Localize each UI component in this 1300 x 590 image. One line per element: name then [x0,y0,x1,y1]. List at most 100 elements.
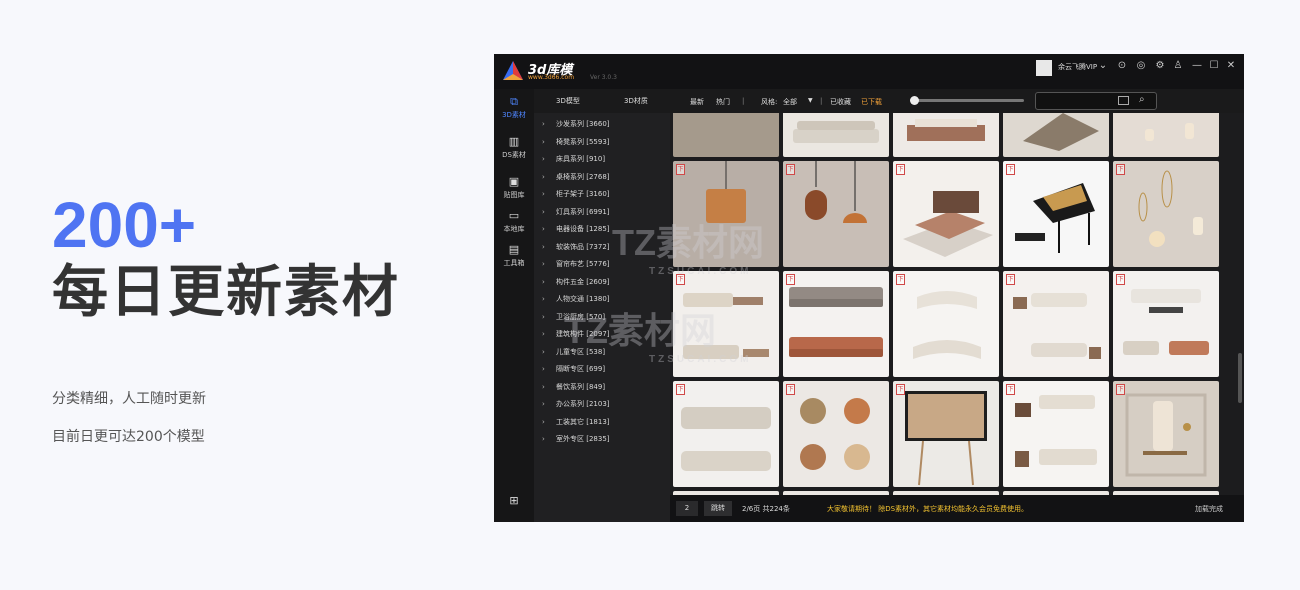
chevron-right-icon[interactable]: › [542,418,556,426]
category-item[interactable]: › 灯具系列 [6991] [542,207,610,217]
chevron-right-icon[interactable]: › [542,155,556,163]
chevron-right-icon[interactable]: › [542,400,556,408]
model-thumb-lounge-set[interactable]: 下 [1003,271,1109,377]
category-item[interactable]: › 卫浴厨房 [570] [542,312,605,322]
sidebar-item-ds[interactable]: ▥ DS素材 [494,135,534,160]
page-number-input[interactable]: 2 [676,501,698,516]
chevron-right-icon[interactable]: › [542,330,556,338]
category-item[interactable]: › 沙发系列 [3660] [542,119,610,129]
model-thumb-bed[interactable] [893,113,999,157]
filter-hot[interactable]: 热门 [716,97,730,107]
pendant-graphic [706,161,746,223]
category-label: 床具系列 [910] [556,155,606,163]
model-thumb-sofa-pair[interactable]: 下 [783,271,889,377]
search-input[interactable]: ⌕ [1035,92,1157,110]
chevron-right-icon[interactable]: › [542,260,556,268]
sidebar-item-tools[interactable]: ▤ 工具箱 [494,243,534,268]
chevron-right-icon[interactable]: › [542,435,556,443]
filter-favorites[interactable]: 已收藏 [830,97,851,107]
model-thumb-pendant-pair[interactable]: 下 [783,161,889,267]
model-thumb-chair[interactable] [673,113,779,157]
image-search-icon[interactable] [1118,96,1129,105]
chevron-right-icon[interactable]: › [542,208,556,216]
category-item[interactable]: › 电器设备 [1285] [542,224,610,234]
category-item[interactable]: › 桌椅系列 [2768] [542,172,610,182]
model-thumb-sofa-set[interactable]: 下 [1113,271,1219,377]
chevron-right-icon[interactable]: › [542,173,556,181]
filter-latest[interactable]: 最新 [690,97,704,107]
category-item[interactable]: › 建筑构件 [2097] [542,329,610,339]
chevron-right-icon[interactable]: › [542,313,556,321]
model-thumb-seating-set[interactable]: 下 [1003,381,1109,487]
chevron-right-icon[interactable]: › [542,120,556,128]
chevron-down-icon[interactable]: ⌄ [1097,60,1109,72]
scrollbar[interactable] [1236,113,1244,495]
thumb-size-slider[interactable] [914,99,1024,102]
avatar[interactable] [1036,60,1052,76]
model-thumb-pendant-lamp[interactable]: 下 [673,161,779,267]
download-badge: 下 [676,274,685,285]
model-thumb-piano[interactable]: 下 [1003,161,1109,267]
headset-icon[interactable]: ◎ [1135,60,1147,72]
slider-handle[interactable] [910,96,919,105]
category-item[interactable]: › 构件五金 [2609] [542,277,610,287]
minimize-icon[interactable]: — [1191,60,1203,72]
sidebar-item-3d[interactable]: ⧉ 3D素材 [494,95,534,120]
category-label: 工装其它 [1813] [556,417,610,426]
category-item[interactable]: › 床具系列 [910] [542,154,605,164]
category-item[interactable]: › 餐饮系列 [849] [542,382,605,392]
image-stack-icon: ▣ [508,175,520,188]
chevron-down-icon[interactable]: ▼ [808,97,813,104]
model-thumb-wall-knobs[interactable]: 下 [783,381,889,487]
user-name[interactable]: 余云飞腾VIP [1058,62,1097,72]
close-icon[interactable]: ✕ [1225,60,1237,72]
category-label: 椅凳系列 [5593] [556,137,610,146]
chevron-right-icon[interactable]: › [542,225,556,233]
category-item[interactable]: › 柜子架子 [3160] [542,189,610,199]
model-thumb-wall-lamp[interactable]: 下 [1113,381,1219,487]
model-thumb-lamp[interactable] [1113,113,1219,157]
chevron-right-icon[interactable]: › [542,383,556,391]
model-thumb-sofa[interactable] [783,113,889,157]
chevron-right-icon[interactable]: › [542,138,556,146]
sidebar-item-textures[interactable]: ▣ 贴图库 [494,175,534,200]
category-item[interactable]: › 椅凳系列 [5593] [542,137,610,147]
user-icon[interactable]: ♙ [1172,60,1184,72]
jump-button[interactable]: 跳转 [704,501,732,516]
category-item[interactable]: › 人物交通 [1380] [542,294,610,304]
sidebar-item-local[interactable]: ▭ 本地库 [494,209,534,234]
chevron-right-icon[interactable]: › [542,278,556,286]
category-item[interactable]: › 窗帘布艺 [5776] [542,259,610,269]
chevron-right-icon[interactable]: › [542,190,556,198]
chevron-right-icon[interactable]: › [542,295,556,303]
image-upload-icon[interactable]: ⊞ [494,494,534,509]
model-thumb-bedroom-set[interactable]: 下 [893,161,999,267]
category-item[interactable]: › 室外专区 [2835] [542,434,610,444]
model-thumb-tv-stand[interactable]: 下 [893,381,999,487]
category-item[interactable]: › 儿童专区 [538] [542,347,605,357]
model-thumb-curved-sofa[interactable]: 下 [893,271,999,377]
settings-icon[interactable]: ⚙ [1154,60,1166,72]
tab-3d-models[interactable]: 3D模型 [556,96,580,106]
scroll-thumb[interactable] [1238,353,1242,403]
chevron-right-icon[interactable]: › [542,348,556,356]
refresh-icon[interactable]: ⊙ [1116,60,1128,72]
tab-3d-materials[interactable]: 3D材质 [624,96,648,106]
cube-icon: ⧉ [510,95,518,108]
category-label: 柜子架子 [3160] [556,190,610,198]
category-item[interactable]: › 隔断专区 [699] [542,364,605,374]
style-select[interactable]: 全部 [783,97,797,107]
search-icon[interactable]: ⌕ [1139,94,1145,105]
chevron-right-icon[interactable]: › [542,243,556,251]
category-item[interactable]: › 工装其它 [1813] [542,417,610,427]
model-thumb-modular-sofa[interactable]: 下 [673,381,779,487]
filter-downloaded[interactable]: 已下载 [861,97,882,107]
maximize-icon[interactable]: ☐ [1208,60,1220,72]
model-thumb-living-set[interactable]: 下 [673,271,779,377]
chevron-right-icon[interactable]: › [542,365,556,373]
category-item[interactable]: › 软装饰品 [7372] [542,242,610,252]
model-thumb-pendant-set[interactable]: 下 [1113,161,1219,267]
model-thumb-desk[interactable] [1003,113,1109,157]
download-badge: 下 [786,164,795,175]
category-item[interactable]: › 办公系列 [2103] [542,399,610,409]
